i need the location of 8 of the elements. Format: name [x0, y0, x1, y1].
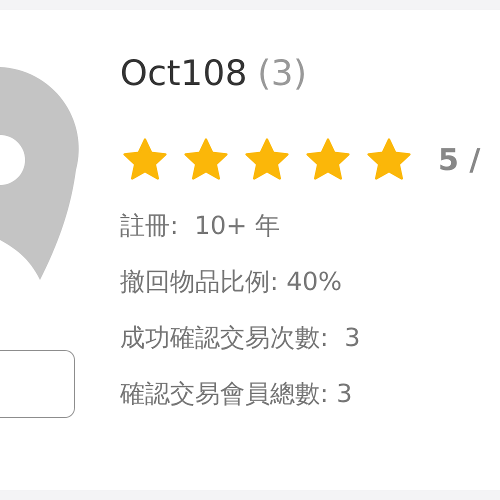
detail-text: 確認交易會員總數: 3 — [120, 378, 354, 410]
detail-text: 註冊: 10+ 年 — [120, 210, 282, 242]
rating-score: 5 / — [438, 142, 480, 178]
review-count: (3) — [257, 54, 307, 94]
username: Oct108 — [120, 54, 248, 94]
detail-text: 成功確認交易次數: 3 — [120, 322, 362, 354]
detail-text: 撤回物品比例: 40% — [120, 266, 343, 298]
outline-button[interactable] — [0, 350, 75, 418]
